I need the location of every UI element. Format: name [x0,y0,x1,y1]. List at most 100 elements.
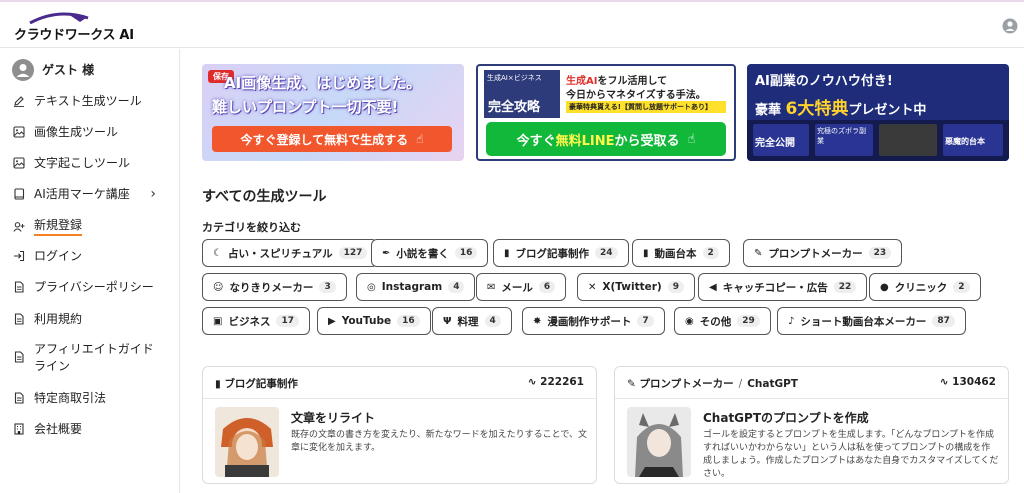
masks-icon: ☺ [213,281,224,293]
sidebar-item-label: 特定商取引法 [34,391,107,405]
card-header: ✎ プロンプトメーカー / ChatGPT ∿ 130462 [615,367,1008,399]
card-title: 文章をリライト [291,411,376,425]
logo[interactable]: クラウドワークス AI [14,12,134,43]
card-category: ✎ プロンプトメーカー / ChatGPT [627,378,798,390]
bonus-item [879,124,937,156]
tiktok-icon: ♪ [788,315,795,327]
sidebar-item-image-tool[interactable]: 画像生成ツール [12,124,172,140]
top-bar: クラウドワークス AI [0,0,1024,48]
sidebar-item-privacy[interactable]: プライバシーポリシー [12,279,172,295]
sidebar-item-label: 文字起こしツール [34,156,131,170]
sidebar-item-affiliate[interactable]: アフィリエイトガイドライン [12,341,172,375]
sidebar-item-text-tool[interactable]: テキスト生成ツール [12,93,172,109]
card-usage-count: ∿ 222261 [527,376,584,388]
sidebar-item-label: 利用規約 [34,312,83,326]
sidebar-item-label: 新規登録 [34,217,83,236]
card-title: ChatGPTのプロンプトを作成 [703,411,869,425]
chip-youtube[interactable]: ▶ YouTube 16 [317,307,431,335]
section-title: すべての生成ツール [202,189,327,205]
chip-fortune[interactable]: ☾ 占い・スピリチュアル 127 [202,239,379,267]
banner-line-button[interactable]: 今すぐ 無料LINE から受取る ☝ [486,122,726,156]
youtube-icon: ▶ [328,315,336,327]
card-usage-count: ∿ 130462 [939,376,996,388]
banner-bonus-strip: 豪華特典貰える!【質問し放題サポートあり】 [566,101,726,113]
sidebar-item-login[interactable]: ログイン [12,248,172,264]
sidebar-item-label: プライバシーポリシー [34,280,154,294]
film-icon: ▮ [643,247,649,259]
sidebar-item-label: AI活用マーケ講座 [34,187,130,201]
brush-icon: ✎ [627,378,640,390]
banner-book-cover: 生成AI×ビジネス 完全攻略 [484,70,560,118]
banner-headline: AI副業のノウハウ付き! [755,74,893,89]
pointer-hand-icon: ☝ [416,132,424,146]
chip-video-script[interactable]: ▮ 動画台本 2 [632,239,730,267]
document-icon [12,350,26,364]
megaphone-icon: ◀ [709,281,717,293]
banner-headline: AI画像生成、はじめました。 [224,74,422,92]
chip-short-video[interactable]: ♪ ショート動画台本メーカー 87 [777,307,966,335]
sidebar-item-marketing-course[interactable]: AI活用マーケ講座 › [12,186,172,202]
briefcase-icon: ▣ [213,315,223,327]
chip-catchcopy[interactable]: ◀ キャッチコピー・広告 22 [698,273,868,301]
document-icon [12,312,26,326]
card-header: ▮ ブログ記事制作 ∿ 222261 [203,367,596,399]
sidebar-item-label: アフィリエイトガイドライン [34,342,154,373]
burst-icon: ✸ [533,315,542,327]
banner-subheadline: 豪華 6大特典プレゼント中 [755,99,927,119]
chip-blog[interactable]: ▮ ブログ記事制作 24 [493,239,629,267]
x-icon: ✕ [588,281,597,293]
chip-business[interactable]: ▣ ビジネス 17 [202,307,310,335]
banner-bonus-present[interactable]: AI副業のノウハウ付き! 豪華 6大特典プレゼント中 完全公開 究極のズボラ副業… [747,64,1009,161]
chip-mail[interactable]: ✉ メール 6 [476,273,567,301]
card-description: ゴールを設定するとプロンプトを生成します。「どんなプロンプトを作成すればいいかわ… [703,430,999,479]
utensils-icon: Ψ [443,315,452,327]
user-plus-icon [12,220,26,234]
sidebar-item-company[interactable]: 会社概要 [12,421,172,437]
pencil-icon [12,94,26,108]
chip-manga[interactable]: ✸ 漫画制作サポート 7 [522,307,665,335]
avatar-icon [12,59,34,81]
chip-cooking[interactable]: Ψ 料理 4 [432,307,512,335]
sidebar-item-commerce-law[interactable]: 特定商取引法 [12,390,172,406]
filter-title: カテゴリを絞り込む [202,221,301,234]
chip-prompt-maker[interactable]: ✎ プロンプトメーカー 23 [743,239,903,267]
activity-icon: ∿ [527,376,541,388]
banner-book-kicker: 生成AI×ビジネス [487,74,542,82]
building-icon [12,422,26,436]
card-description: 既存の文章の書き方を変えたり、新たなワードを加えたりすることで、文章に変化を加え… [291,430,588,453]
book-icon: ▮ [504,247,510,259]
banner-image-generation[interactable]: 保存 AI画像生成、はじめました。 難しいプロンプト一切不要! 今すぐ登録して無… [202,64,464,161]
bonus-item: 悪魔的台本 [943,124,1003,156]
chip-novel[interactable]: ✒ 小説を書く 16 [371,239,489,267]
brush-icon: ✎ [754,247,763,259]
sidebar-item-label: ログイン [34,249,83,263]
chip-other[interactable]: ◉ その他 29 [674,307,771,335]
main-content: 保存 AI画像生成、はじめました。 難しいプロンプト一切不要! 今すぐ登録して無… [180,49,1024,493]
image-icon [12,125,26,139]
sidebar-item-transcribe-tool[interactable]: 文字起こしツール [12,155,172,171]
chevron-right-icon[interactable]: › [150,186,156,202]
quill-icon: ✒ [382,247,391,259]
moon-icon: ☾ [213,247,222,259]
pointer-hand-icon: ☝ [687,131,696,147]
login-icon [12,249,26,263]
banner-headline: 生成AIをフル活用して [566,76,668,87]
banner-cta-button[interactable]: 今すぐ登録して無料で生成する ☝ [212,126,452,152]
chip-twitter[interactable]: ✕ X(Twitter) 9 [577,273,695,301]
sidebar-item-label: テキスト生成ツール [34,94,142,108]
logo-arc-icon [29,12,89,24]
tool-card[interactable]: ✎ プロンプトメーカー / ChatGPT ∿ 130462 ChatGPTのプロン… [614,366,1009,484]
account-icon[interactable] [1002,18,1018,34]
sidebar-item-register[interactable]: 新規登録 [12,217,172,236]
sidebar-user[interactable]: ゲスト 様 [12,59,172,81]
doctor-icon: ● [880,281,889,293]
chip-instagram[interactable]: ◎ Instagram 4 [356,273,476,301]
sidebar-item-terms[interactable]: 利用規約 [12,311,172,327]
chip-clinic[interactable]: ● クリニック 2 [869,273,981,301]
mail-icon: ✉ [487,281,496,293]
banner-line-campaign[interactable]: 生成AI×ビジネス 完全攻略 生成AIをフル活用して 今日からマネタイズする手法… [476,64,736,161]
tool-card[interactable]: ▮ ブログ記事制作 ∿ 222261 文章をリライト 既存の文章の書き方を変えた… [202,366,597,484]
card-category: ▮ ブログ記事制作 [215,378,298,390]
chip-roleplay[interactable]: ☺ なりきりメーカー 3 [202,273,347,301]
instagram-icon: ◎ [367,281,376,293]
